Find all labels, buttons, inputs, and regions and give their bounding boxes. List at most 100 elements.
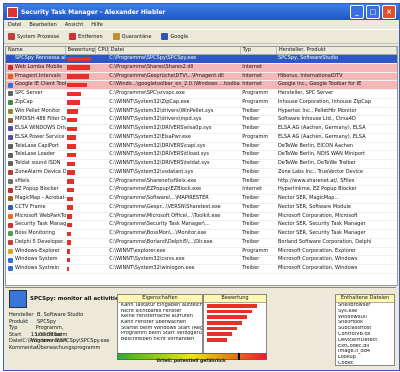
rating-cell [66,256,96,264]
table-row[interactable]: Pmagent.Intervals C:\Programme\Gesprüche\… [6,72,397,82]
cpu-cell [95,81,107,89]
table-row[interactable]: sfilelx C:\Programme\Sharenet\sfilelx.exe… [6,178,397,187]
close-button[interactable]: × [382,5,396,19]
process-icon [8,231,13,237]
rating-cell [66,81,96,89]
table-row[interactable]: TeleLase Loader C:\WINNT\System32\DRIVERS… [6,151,397,160]
menu-datei[interactable]: Datei [8,22,21,28]
cpu-cell [95,160,107,168]
type-cell: Treiber [242,151,260,158]
table-row[interactable]: Windows Systrein C:\WINNT\System32\winlog… [6,265,397,274]
type-cell: Programm [242,247,269,254]
process-icon [8,135,13,141]
table-row[interactable]: Boss Monitoring C:\Programme\BossMon\...\… [6,230,397,239]
table-row[interactable]: Security Task Manager C:\Programme\Securi… [6,221,397,230]
process-name-cell: SPC Server [6,90,66,98]
rating-bar [66,266,70,271]
process-name-cell: ZoneAlarm Device Driver [6,169,66,177]
cpu-cell [95,143,107,151]
maximize-button[interactable]: □ [366,5,380,19]
col-cpu[interactable]: CPU [96,47,109,54]
google-button[interactable]: Google [161,33,188,40]
table-row[interactable]: Web Lomba Mobile C:\Programme\Shares\Shar… [6,63,397,73]
process-icon [8,257,13,263]
details-fields: Hersteller B. Software Studio Produkt SPCSp… [9,312,109,351]
rating-cell [66,134,96,142]
type-cell: Internet [242,81,263,88]
table-row[interactable]: ELSA Power Service C:\WINNT\System32\Elsa… [6,134,397,143]
table-row[interactable]: Microsoft WebParkTo C:\Programme\Microsof… [6,213,397,222]
file-cell: C:\WINNT\System32\ZipCap.exe [109,98,190,105]
remove-button[interactable]: Entfernen [69,33,103,40]
table-row[interactable]: Windows-Explorer C:\WINNT\explorer.exe Pro… [6,248,397,257]
module-item[interactable]: Codec [336,361,394,367]
title-bar: Security Task Manager - Alexander Hieble… [4,4,399,20]
rating-row-bar [207,309,252,314]
menu-bearbeiten[interactable]: Bearbeiten [29,22,56,28]
file-cell: C:\Programme\Software\...\MAPIRESTER [109,195,209,201]
menu-ansicht[interactable]: Ansicht [65,22,83,28]
vendor-cell: Microsoft Corporation, Explorer [277,247,356,254]
process-name-cell: Web Lomba Mobile [6,64,66,72]
type-cell [240,55,276,63]
system-processes-button[interactable]: System Prozesse [8,33,59,40]
table-row[interactable]: MPDISH 488 Filter Driver C:\WINNT\System3… [6,116,397,125]
table-row[interactable]: Google IE Client Toolbar C:\Windo...\goog… [6,81,397,90]
type-cell: Treiber [242,177,260,184]
app-window: Security Task Manager - Alexander Hieble… [3,3,400,371]
cpu-cell [95,134,107,142]
process-name-cell: TeleLase CapiPort [6,143,66,151]
col-rating[interactable]: Bewertung [66,47,96,54]
process-name-cell: EZ Popup Blocker [6,186,66,194]
table-row[interactable]: ZipCap C:\WINNT\System32\ZipCap.exe Progra… [6,99,397,108]
col-name[interactable]: Name [6,47,66,54]
rating-bar [66,240,71,245]
minimize-button[interactable]: _ [350,5,364,19]
table-row[interactable]: Win Pellet Monitor C:\WINNT\System32\driv… [6,108,397,117]
table-row[interactable]: EZ Popup Blocker C:\Programme\EZPopup\EZB… [6,186,397,195]
process-name: CCTV Frame [15,203,46,210]
process-icon [8,161,13,167]
vendor-cell: Microsoft Corporation, Windows [277,256,358,263]
process-name-cell: MagicMap - Acrobat-Alm [6,195,66,203]
quarantine-button[interactable]: Quarantäne [112,33,151,40]
process-name: Windows-Explorer [15,247,60,254]
table-row[interactable]: Windows System C:\WINNT\System32\csrss.ex… [6,256,397,265]
type-cell: Treiber [242,238,260,245]
table-row[interactable]: Teldat sound ISDN C:\WINNT\System32\DRIVE… [6,160,397,169]
table-row[interactable]: TeleLase CapiPort C:\WINNT\System32\DRIVE… [6,143,397,152]
vendor-cell: ELSA AG (Aachen, Germany), ELSA [277,125,366,131]
type-cell: Internet [242,63,263,70]
table-row[interactable]: ZoneAlarm Device Driver C:\WINNT\System32… [6,169,397,178]
type-cell: Treiber [242,142,260,149]
type-cell: Treiber [242,230,260,236]
process-name: ZipCap [15,98,33,105]
table-row[interactable]: SPCSpy Rennessa all arbeit C:\Programme\S… [6,55,397,64]
process-name: MagicMap - Acrobat-Alm [15,195,66,201]
col-file[interactable]: Datei [109,47,241,54]
rating-row [204,337,266,343]
col-type[interactable]: Typ [241,47,277,54]
process-name-cell: Teldat sound ISDN [6,160,66,168]
cpu-cell [95,186,107,194]
table-row[interactable]: CCTV Frame C:\Programme\Gespr...\VERSN\Sh… [6,204,397,213]
process-icon [8,266,13,272]
table-row[interactable]: MagicMap - Acrobat-Alm C:\Programme\Softw… [6,195,397,204]
rating-row-bar [207,304,257,308]
cpu-cell [95,221,107,229]
process-name: Google IE Client Toolbar [15,81,66,88]
vendor-cell: Nector SER, Security Task Manager [277,221,366,228]
table-row[interactable]: SPC Server C:\Programme\SPC\srvspc.exe Pro… [6,90,397,99]
cpu-cell [95,204,107,212]
file-cell: C:\Programme\Sharenet\sfilelx.exe [109,177,197,184]
detail-value: Überwachungsprogramm [37,344,101,351]
rating-cell [66,204,96,212]
table-row[interactable]: Delphi 5 Developer... C:\Programme\Borlan… [6,239,397,248]
table-row[interactable]: ELSA WINDOWS Driver C:\WINNT\System32\DRI… [6,125,397,134]
process-icon [8,65,13,71]
vendor-cell: DeTeWe Berlin, NDIS WAN Miniport [277,151,365,158]
vendor-cell: SPCSpy, SoftwareStudio [277,55,339,61]
col-vendor[interactable]: Hersteller, Produkt [277,47,397,54]
menu-hilfe[interactable]: Hilfe [91,22,102,28]
process-icon [8,143,13,149]
